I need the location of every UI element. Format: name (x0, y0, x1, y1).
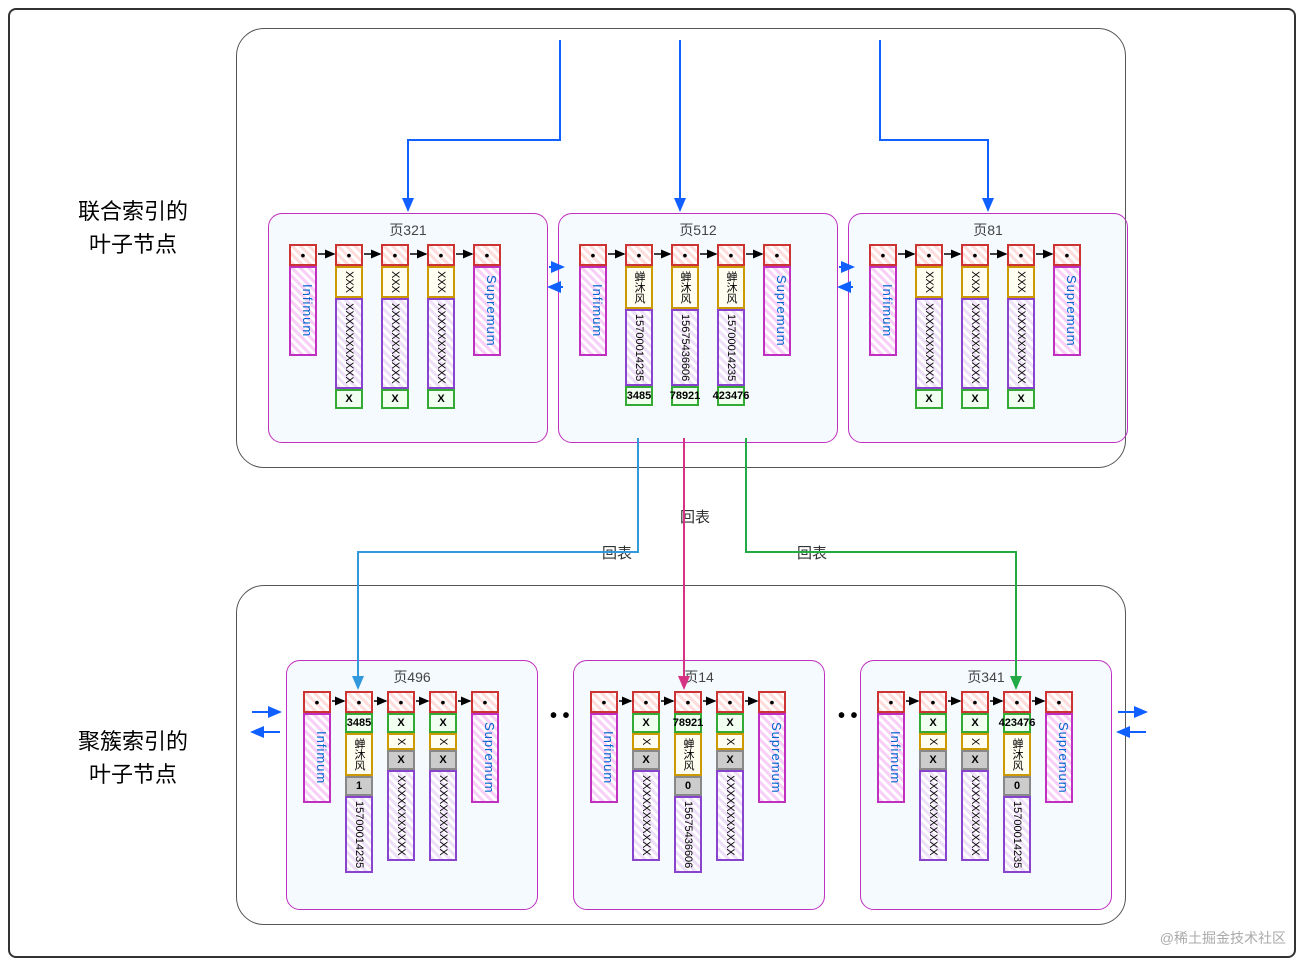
lookup-label: 回表 (678, 506, 712, 527)
page-title: 页81 (849, 220, 1127, 240)
page-14: 页14 •Infimum •XXXXXXXXXXXXXX •78921蝉沐风01… (573, 660, 825, 910)
page-512: 页512 •Infimum •蝉沐风157000142353485 •蝉沐风15… (558, 213, 838, 443)
ellipsis: • • (838, 705, 858, 728)
section-label-bottom: 聚簇索引的 叶子节点 (78, 725, 188, 791)
page-81: 页81 •Infimum •XXXXXXXXXXXXXXX •XXXXXXXXX… (848, 213, 1128, 443)
ellipsis: • • (550, 705, 570, 728)
lookup-label: 回表 (600, 542, 634, 563)
section-label-top: 联合索引的 叶子节点 (78, 195, 188, 261)
page-341: 页341 •Infimum •XXXXXXXXXXXXXX •XXXXXXXXX… (860, 660, 1112, 910)
page-title: 页321 (269, 220, 547, 240)
lookup-label: 回表 (795, 542, 829, 563)
page-title: 页512 (559, 220, 837, 240)
infimum: Infimum (289, 266, 317, 356)
page-496: 页496 •Infimum •3485蝉沐风115700014235 •XXXX… (286, 660, 538, 910)
watermark: @稀土掘金技术社区 (1160, 928, 1286, 948)
page-321: 页321 •Infimum •XXXXXXXXXXXXXXX •XXXXXXXX… (268, 213, 548, 443)
supremum: Supremum (473, 266, 501, 356)
record-header: • (289, 244, 317, 266)
